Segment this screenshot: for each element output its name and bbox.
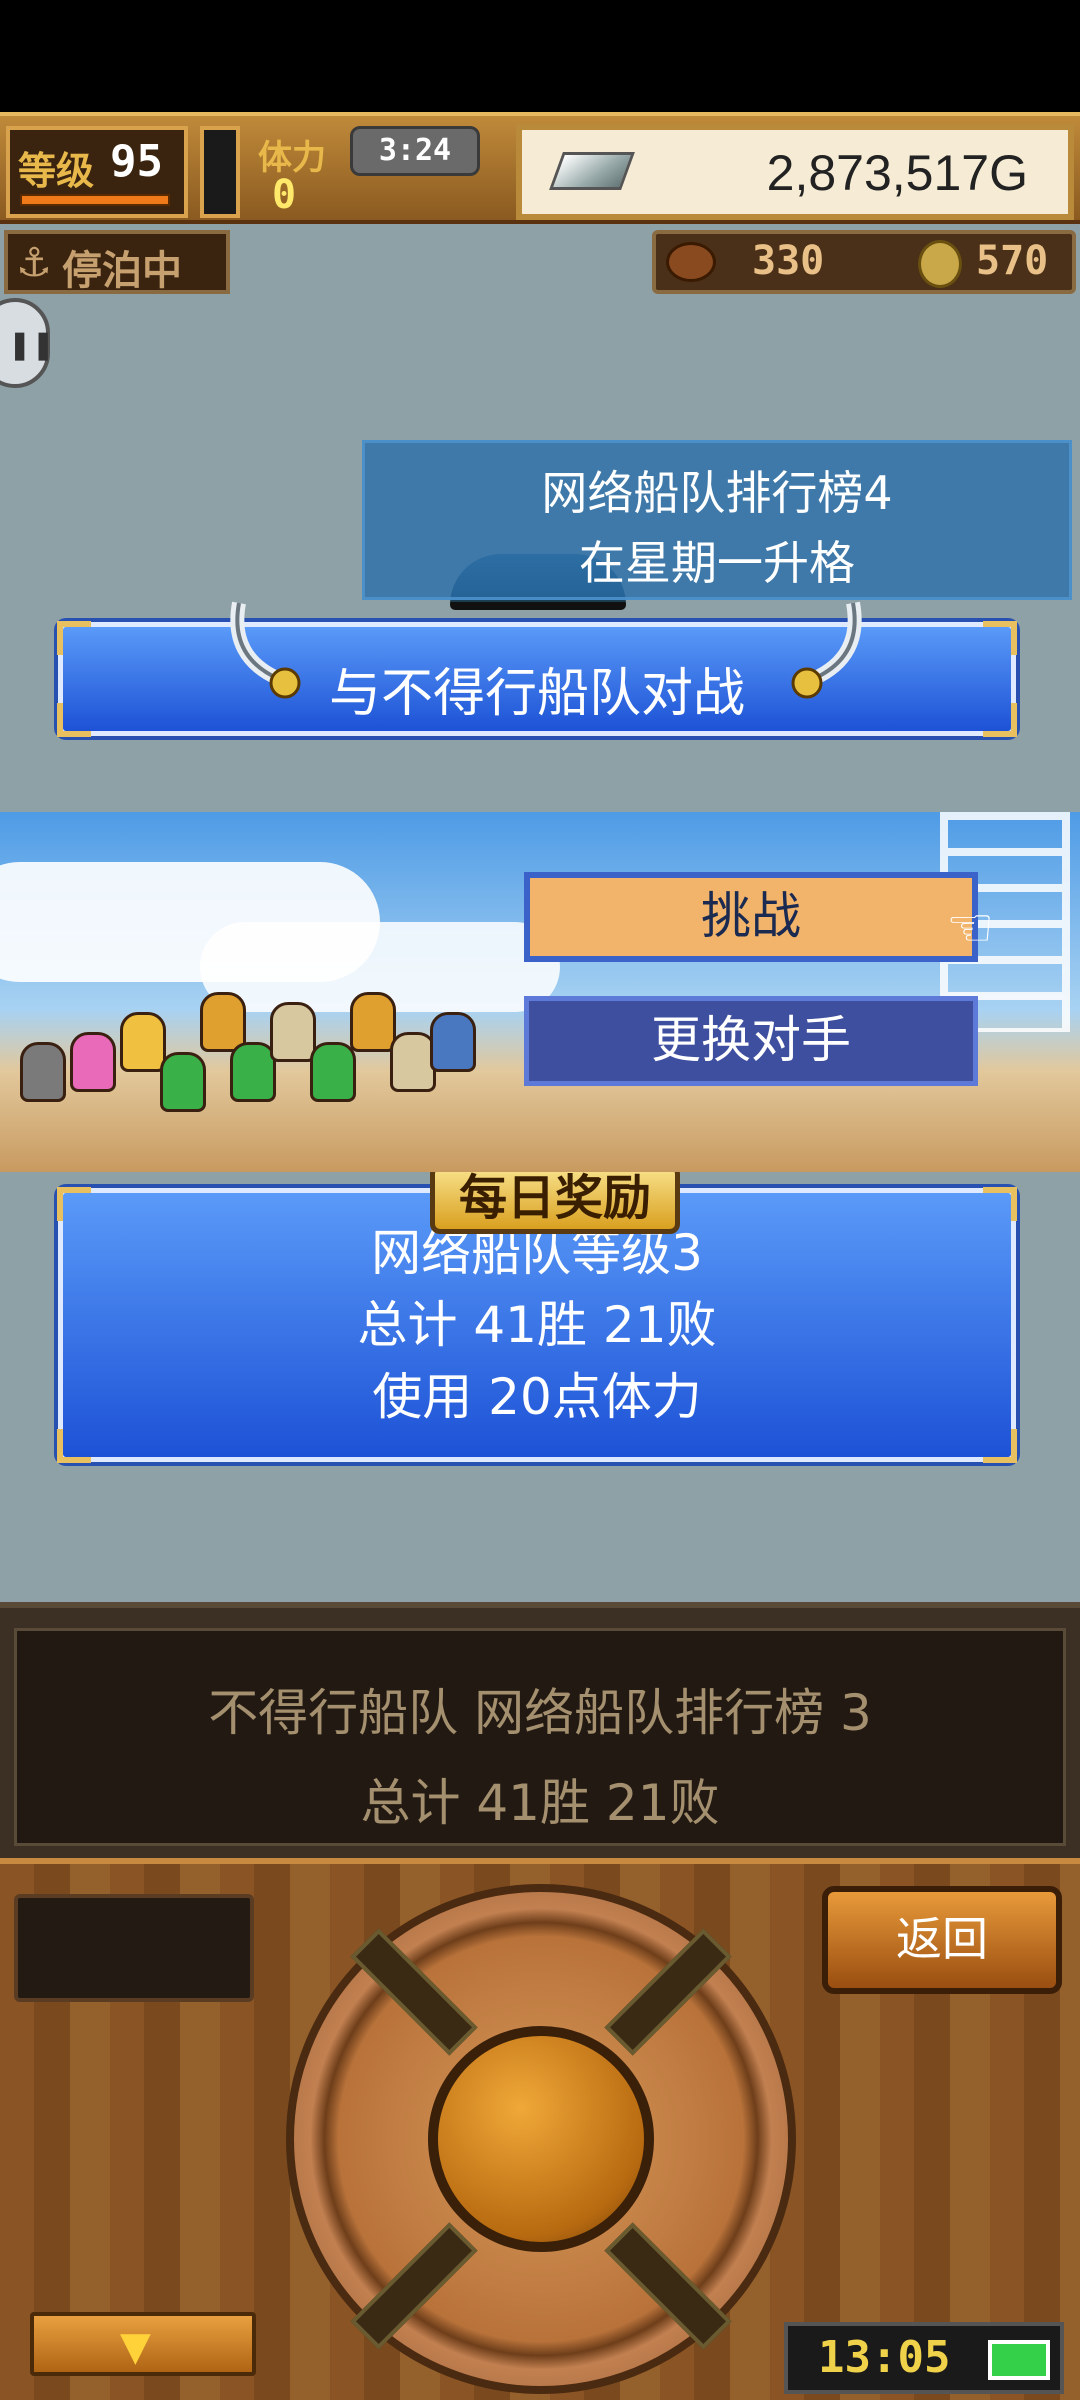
wheel-spoke: [350, 1928, 478, 2056]
pointing-hand-icon: ☜: [946, 896, 995, 959]
wheel-center-button[interactable]: [428, 2026, 654, 2252]
crew-member: [430, 1012, 476, 1072]
food-value: 330: [752, 238, 825, 284]
anchor-icon: ⚓: [16, 240, 52, 286]
corner-ornament: [983, 621, 1017, 655]
resource-panel: 330 570: [652, 230, 1076, 294]
level-panel: 等级 95: [6, 126, 188, 218]
down-arrow-icon: ▼: [120, 2324, 151, 2370]
battery-icon: [988, 2340, 1050, 2380]
challenge-button[interactable]: 挑战: [524, 872, 978, 962]
empty-slot: [14, 1894, 254, 2002]
reward-line: 使用 20点体力: [372, 1368, 702, 1426]
experience-bar: [20, 194, 170, 206]
money-panel: 2,873,517G: [516, 124, 1074, 220]
corner-ornament: [983, 1429, 1017, 1463]
silver-bar-icon: [549, 152, 635, 190]
battle-fleet-label: 与不得行船队对战: [328, 664, 745, 724]
back-button[interactable]: 返回: [822, 1886, 1062, 1994]
stamina-value: 0: [272, 172, 297, 218]
top-hud: 等级 95 体力 0 3:24 2,873,517G: [0, 112, 1080, 224]
wheel-spoke: [350, 2222, 478, 2350]
battle-fleet-button[interactable]: 与不得行船队对战: [57, 601, 1017, 737]
crew-group: [0, 972, 500, 1142]
pause-icon: ❚❚: [8, 328, 55, 361]
stamina-gauge: [200, 126, 240, 218]
daily-reward-tag: 每日奖励: [430, 1172, 680, 1234]
deck-scene: 挑战 ☜ 更换对手: [0, 812, 1080, 1172]
info-panel: 不得行船队 网络船队排行榜 3 总计 41胜 21败: [0, 1602, 1080, 1858]
clock-panel: 13:05: [784, 2322, 1064, 2394]
rank-line: 网络船队排行榜4: [541, 466, 893, 520]
wheel-spoke: [604, 1928, 732, 2056]
wheel-spoke: [604, 2222, 732, 2350]
sea-scene: ⚓ 停泊中 330 570 ❚❚ 网络船队排行榜4 在星期一升格 与不得行船队对…: [0, 224, 1080, 812]
coin-icon: [918, 240, 962, 288]
crew-member: [70, 1032, 116, 1092]
record-line: 总计 41胜 21败: [360, 1774, 720, 1832]
status-bar-area: [0, 0, 1080, 112]
level-label: 等级: [18, 149, 95, 193]
opponent-info-line: 不得行船队 网络船队排行榜 3: [208, 1684, 872, 1742]
crew-member: [20, 1042, 66, 1102]
docked-badge: ⚓ 停泊中: [4, 230, 230, 294]
control-panel: 返回 ▼ 13:05: [0, 1858, 1080, 2400]
crew-member: [310, 1042, 356, 1102]
control-wheel[interactable]: [286, 1884, 796, 2394]
corner-ornament: [57, 621, 91, 655]
crew-member: [270, 1002, 316, 1062]
level-value: 95: [110, 136, 163, 187]
reward-area: 网络船队等级3 总计 41胜 21败 使用 20点体力 每日奖励: [0, 1172, 1080, 1602]
crew-member: [160, 1052, 206, 1112]
down-button[interactable]: ▼: [30, 2312, 256, 2376]
corner-ornament: [57, 1429, 91, 1463]
coin-value: 570: [976, 238, 1049, 284]
stamina-timer: 3:24: [350, 126, 480, 176]
money-value: 2,873,517G: [766, 145, 1028, 201]
promotion-line: 在星期一升格: [579, 536, 855, 590]
reward-line: 总计 41胜 21败: [357, 1296, 717, 1354]
rank-info-box: 网络船队排行榜4 在星期一升格: [362, 440, 1072, 600]
pause-button[interactable]: ❚❚: [0, 298, 55, 388]
clock-time: 13:05: [818, 2332, 951, 2383]
crew-member: [350, 992, 396, 1052]
stamina-panel: 体力 0 3:24: [250, 126, 480, 218]
food-icon: [666, 242, 716, 282]
info-text-box: 不得行船队 网络船队排行榜 3 总计 41胜 21败: [14, 1628, 1066, 1846]
change-opponent-button[interactable]: 更换对手: [524, 996, 978, 1086]
crew-member: [120, 1012, 166, 1072]
docked-label: 停泊中: [62, 248, 182, 294]
